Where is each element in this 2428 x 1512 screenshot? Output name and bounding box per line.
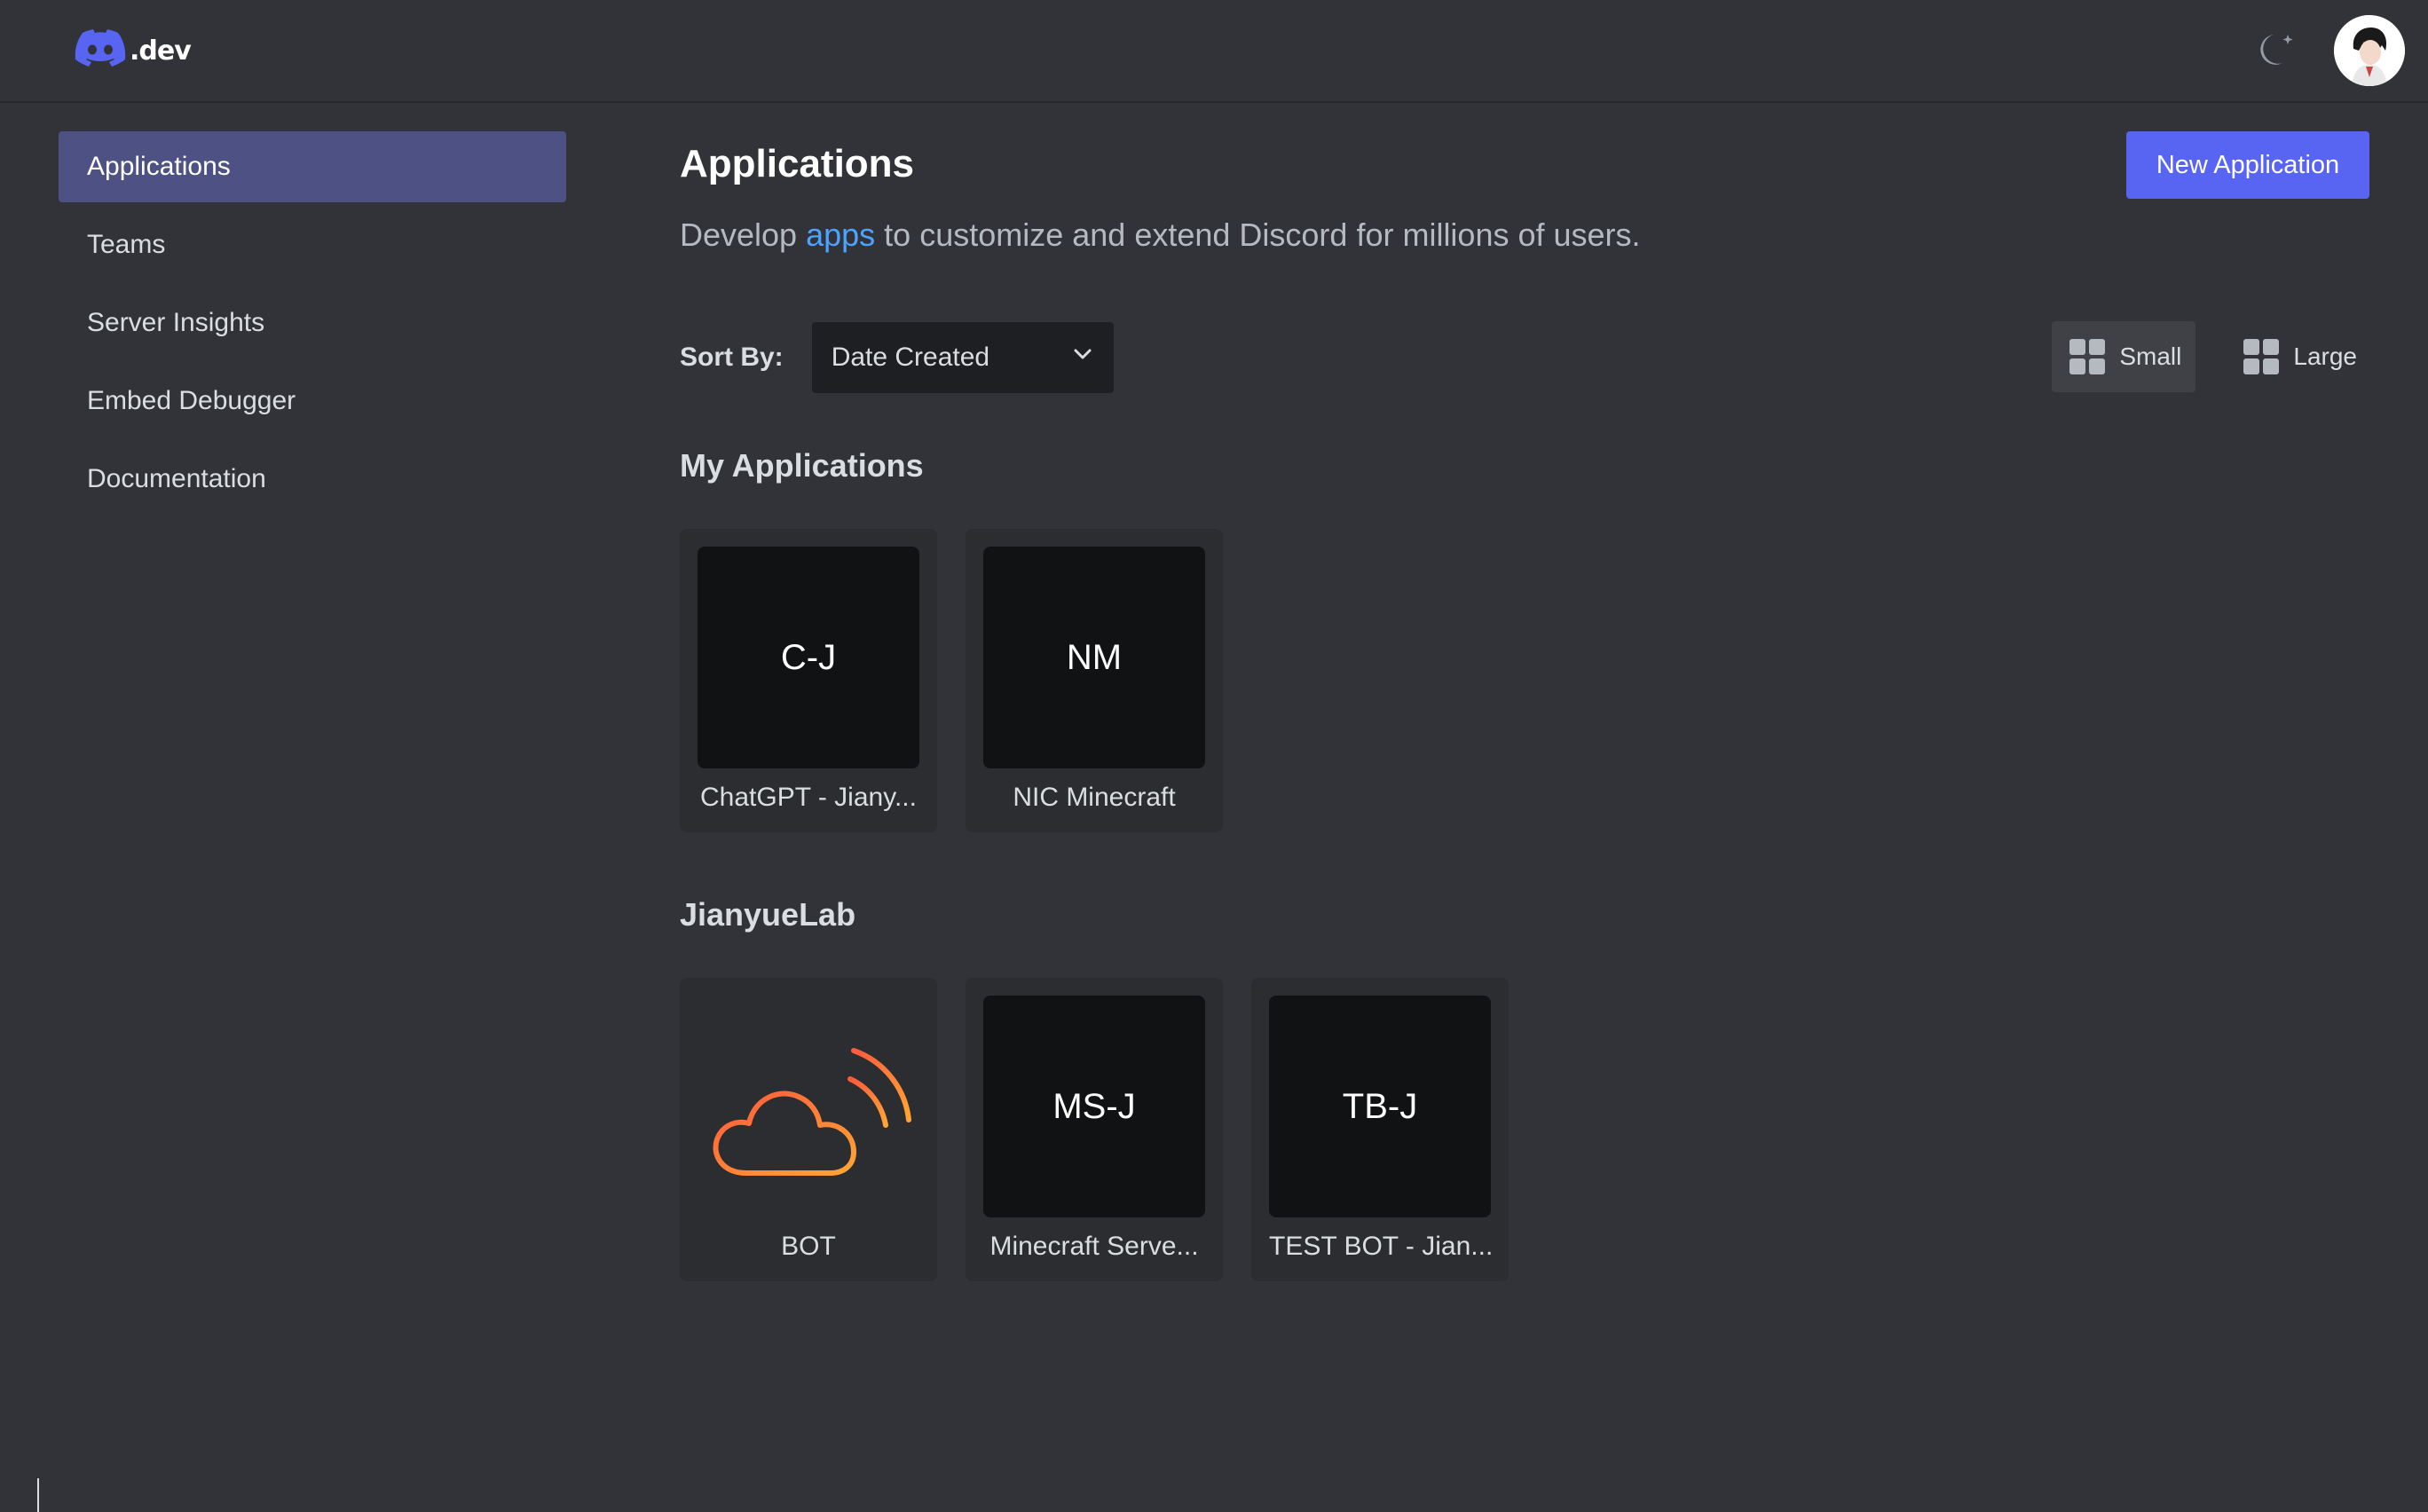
app-name: TEST BOT - Jian... <box>1269 1232 1491 1261</box>
sidebar-item-embed-debugger[interactable]: Embed Debugger <box>59 366 566 437</box>
sidebar-item-teams[interactable]: Teams <box>59 209 566 280</box>
discord-logo-icon <box>75 28 126 73</box>
app-icon: MS-J <box>983 996 1205 1217</box>
sidebar-item-label: Server Insights <box>87 308 265 337</box>
section-title-team: JianyueLab <box>680 896 856 933</box>
list-controls: Sort By: Date Created Small Large <box>680 321 2371 394</box>
sidebar-item-label: Applications <box>87 152 231 181</box>
view-large-button[interactable]: Large <box>2226 321 2371 392</box>
subtitle-text-before: Develop <box>680 217 807 253</box>
view-small-button[interactable]: Small <box>2052 321 2196 392</box>
sort-label: Sort By: <box>680 343 784 372</box>
text-cursor <box>37 1478 39 1512</box>
theme-toggle-button[interactable] <box>2252 26 2302 75</box>
app-icon: C-J <box>698 547 919 768</box>
discord-dev-logo[interactable]: .dev <box>75 28 192 73</box>
avatar-illustration-icon <box>2334 15 2405 86</box>
sidebar-item-applications[interactable]: Applications <box>59 131 566 202</box>
section-title-my-applications: My Applications <box>680 447 924 484</box>
sidebar-item-label: Embed Debugger <box>87 386 296 415</box>
sort-value: Date Created <box>831 343 990 372</box>
chevron-down-icon <box>1071 343 1094 373</box>
sidebar-item-documentation[interactable]: Documentation <box>59 444 566 515</box>
app-card[interactable]: MS-J Minecraft Serve... <box>966 978 1223 1281</box>
subtitle-text-after: to customize and extend Discord for mill… <box>875 217 1641 253</box>
app-card[interactable]: NM NIC Minecraft <box>966 529 1223 832</box>
new-application-button[interactable]: New Application <box>2126 131 2369 199</box>
view-large-label: Large <box>2293 343 2357 370</box>
page-title: Applications <box>680 142 915 185</box>
user-avatar[interactable] <box>2334 15 2405 86</box>
app-card[interactable]: BOT <box>680 978 937 1281</box>
apps-link[interactable]: apps <box>806 217 875 253</box>
app-card[interactable]: TB-J TEST BOT - Jian... <box>1251 978 1509 1281</box>
sidebar-nav: Applications Teams Server Insights Embed… <box>59 131 566 522</box>
sidebar-item-label: Teams <box>87 230 166 259</box>
app-icon: TB-J <box>1269 996 1491 1217</box>
view-small-label: Small <box>2119 343 2182 370</box>
sort-select[interactable]: Date Created <box>811 322 1114 393</box>
logo-text: .dev <box>130 35 192 67</box>
sidebar-item-label: Documentation <box>87 464 266 493</box>
app-grid-my-applications: C-J ChatGPT - Jiany... NM NIC Minecraft <box>680 529 2371 832</box>
sidebar-item-server-insights[interactable]: Server Insights <box>59 287 566 358</box>
page-subtitle: Develop apps to customize and extend Dis… <box>680 217 2371 254</box>
top-bar: .dev <box>0 0 2428 103</box>
moon-icon <box>2256 28 2298 75</box>
app-name: BOT <box>781 1232 836 1261</box>
app-card[interactable]: C-J ChatGPT - Jiany... <box>680 529 937 832</box>
app-grid-team: BOT MS-J Minecraft Serve... TB-J TEST BO… <box>680 978 2371 1281</box>
app-icon: NM <box>983 547 1205 768</box>
main-content: Applications New Application Develop app… <box>680 131 2371 1281</box>
app-name: Minecraft Serve... <box>989 1232 1199 1261</box>
grid-large-icon <box>2243 339 2280 374</box>
grid-small-icon <box>2069 339 2106 374</box>
cloud-signal-icon <box>698 996 919 1217</box>
app-name: ChatGPT - Jiany... <box>700 783 917 812</box>
view-size-toggle: Small Large <box>2052 321 2371 392</box>
app-name: NIC Minecraft <box>1013 783 1176 812</box>
